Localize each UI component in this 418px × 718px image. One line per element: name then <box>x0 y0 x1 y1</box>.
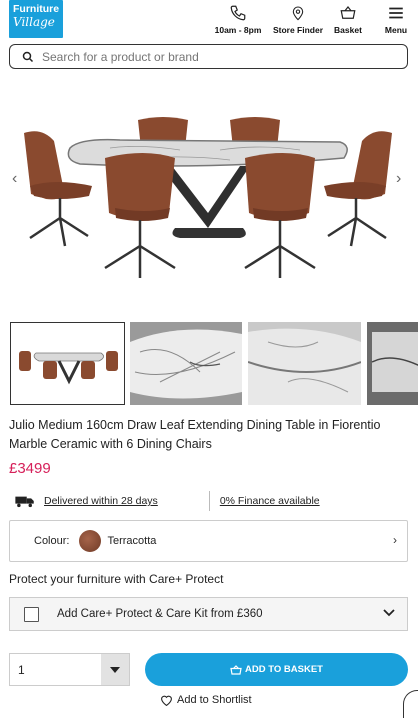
chevron-right-icon: › <box>393 533 397 547</box>
delivery-divider <box>209 491 210 511</box>
add-to-shortlist-link[interactable]: Add to Shortlist <box>160 694 252 706</box>
truck-icon <box>15 496 34 508</box>
carousel-next-arrow[interactable]: › <box>396 170 401 188</box>
basket-link[interactable]: Basket <box>331 0 365 40</box>
delivery-link[interactable]: Delivered within 28 days <box>44 495 158 507</box>
add-to-basket-label: ADD TO BASKET <box>245 664 323 675</box>
quantity-value: 1 <box>18 662 25 677</box>
brand-logo[interactable]: Furniture Village <box>9 0 63 38</box>
colour-label: Colour: <box>34 535 70 547</box>
basket-label: Basket <box>334 25 362 35</box>
quantity-dropdown-toggle[interactable] <box>101 654 129 685</box>
chair-front-left <box>104 153 176 278</box>
thumbnail-3[interactable] <box>248 322 361 405</box>
colour-value: Terracotta <box>107 535 157 547</box>
menu-button[interactable]: Menu <box>380 0 412 40</box>
caret-down-icon <box>110 666 120 673</box>
phone-hours: 10am - 8pm <box>214 25 262 35</box>
chevron-down-icon <box>383 609 395 617</box>
finance-link[interactable]: 0% Finance available <box>220 495 320 507</box>
product-price: £3499 <box>9 460 51 477</box>
product-main-image[interactable] <box>0 78 418 318</box>
site-header: Furniture Village 10am - 8pm Store Finde… <box>0 0 418 40</box>
add-to-basket-button[interactable]: ADD TO BASKET <box>145 653 408 686</box>
menu-icon <box>389 7 403 19</box>
search-icon <box>22 51 34 62</box>
heart-icon <box>161 695 172 706</box>
colour-swatch <box>79 530 102 552</box>
care-option-label: Add Care+ Protect & Care Kit from £360 <box>57 608 263 620</box>
location-pin-icon <box>292 6 304 21</box>
store-finder-link[interactable]: Store Finder <box>270 0 326 40</box>
chat-widget-edge[interactable] <box>403 690 418 718</box>
product-title: Julio Medium 160cm Draw Leaf Extending D… <box>9 418 381 451</box>
menu-label: Menu <box>384 25 408 35</box>
phone-icon <box>230 5 246 21</box>
search-input[interactable] <box>42 49 382 64</box>
thumbnail-2[interactable] <box>130 322 242 405</box>
store-finder-label: Store Finder <box>272 25 324 35</box>
colour-selector[interactable]: Colour: Terracotta › <box>9 520 408 562</box>
carousel-prev-arrow[interactable]: ‹ <box>12 170 17 188</box>
care-option[interactable]: Add Care+ Protect & Care Kit from £360 <box>9 597 408 631</box>
basket-icon <box>340 6 356 19</box>
thumbnail-4[interactable] <box>367 322 418 405</box>
quantity-select[interactable]: 1 <box>9 653 130 686</box>
search-bar[interactable] <box>9 44 408 69</box>
chair-front-right <box>244 153 316 278</box>
care-heading: Protect your furniture with Care+ Protec… <box>9 572 224 586</box>
phone-link[interactable]: 10am - 8pm <box>212 0 264 40</box>
brand-line-2: Village <box>13 15 55 29</box>
brand-line-1: Furniture <box>13 3 60 15</box>
shortlist-label: Add to Shortlist <box>177 694 252 706</box>
care-checkbox[interactable] <box>24 606 39 622</box>
basket-icon <box>230 664 242 675</box>
thumbnail-strip <box>10 322 418 405</box>
thumbnail-1[interactable] <box>10 322 125 405</box>
